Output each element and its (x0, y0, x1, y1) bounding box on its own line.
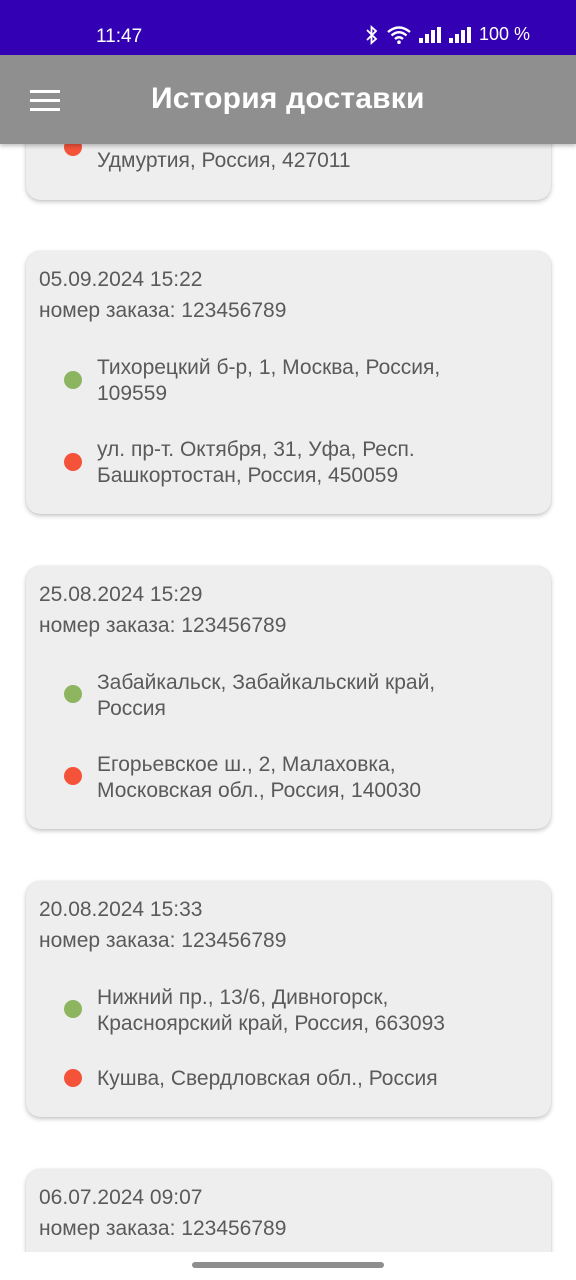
status-bar: 11:47 100 % (0, 0, 576, 55)
battery-text: 100 % (478, 24, 530, 44)
destination-dot (64, 1069, 82, 1087)
bluetooth-icon (365, 24, 379, 45)
delivery-history-list[interactable]: Удмуртия, Россия, 427011 05.09.2024 15:2… (0, 0, 576, 1280)
order-date: 20.08.2024 15:33 (39, 898, 203, 921)
address-line: 109559 (97, 382, 168, 405)
destination-address: Удмуртия, Россия, 427011 (97, 148, 517, 174)
order-date: 25.08.2024 15:29 (39, 583, 203, 606)
order-card[interactable]: 05.09.2024 15:22 номер заказа: 123456789… (26, 251, 551, 514)
order-number: номер заказа: 123456789 (39, 299, 287, 322)
order-date: 05.09.2024 15:22 (39, 268, 203, 291)
signal-icon (448, 26, 471, 43)
destination-address: Егорьевское ш., 2, Малаховка, Московская… (97, 752, 517, 804)
order-number: номер заказа: 123456789 (39, 929, 287, 952)
order-card[interactable]: 25.08.2024 15:29 номер заказа: 123456789… (26, 566, 551, 829)
order-card[interactable]: 20.08.2024 15:33 номер заказа: 123456789… (26, 881, 551, 1117)
signal-icon (418, 26, 441, 43)
address-line: Красноярский край, Россия, 663093 (97, 1012, 445, 1035)
address-line: Россия (97, 697, 166, 720)
origin-dot (64, 1000, 82, 1018)
status-time: 11:47 (96, 26, 143, 47)
order-date: 06.07.2024 09:07 (39, 1186, 203, 1209)
order-number: номер заказа: 123456789 (39, 614, 287, 637)
address-line: Забайкальск, Забайкальский край, (97, 671, 436, 694)
hamburger-menu-icon[interactable] (30, 90, 60, 112)
wifi-icon (387, 25, 411, 44)
address-line: ул. пр-т. Октября, 31, Уфа, Респ. (97, 438, 415, 461)
address-line: Нижний пр., 13/6, Дивногорск, (97, 986, 389, 1009)
address-line: Башкортостан, Россия, 450059 (97, 464, 399, 487)
page-title: История доставки (151, 82, 425, 115)
status-icons: 100 % (365, 24, 530, 45)
address-line: Егорьевское ш., 2, Малаховка, (97, 753, 396, 776)
address-line: Кушва, Свердловская обл., Россия (97, 1067, 438, 1090)
order-number: номер заказа: 123456789 (39, 1217, 287, 1240)
origin-address: Забайкальск, Забайкальский край, Россия (97, 670, 517, 722)
destination-address: Кушва, Свердловская обл., Россия (97, 1066, 517, 1092)
origin-address: Нижний пр., 13/6, Дивногорск, Красноярск… (97, 985, 517, 1037)
address-line: Удмуртия, Россия, 427011 (97, 149, 351, 172)
origin-dot (64, 685, 82, 703)
address-line: Тихорецкий б-р, 1, Москва, Россия, (97, 356, 441, 379)
origin-address: Тихорецкий б-р, 1, Москва, Россия, 10955… (97, 355, 517, 407)
destination-dot (64, 453, 82, 471)
destination-address: ул. пр-т. Октября, 31, Уфа, Респ. Башкор… (97, 437, 517, 489)
home-indicator[interactable] (192, 1262, 384, 1268)
app-bar: История доставки (0, 55, 576, 144)
address-line: Московская обл., Россия, 140030 (97, 779, 422, 802)
origin-dot (64, 371, 82, 389)
destination-dot (64, 767, 82, 785)
